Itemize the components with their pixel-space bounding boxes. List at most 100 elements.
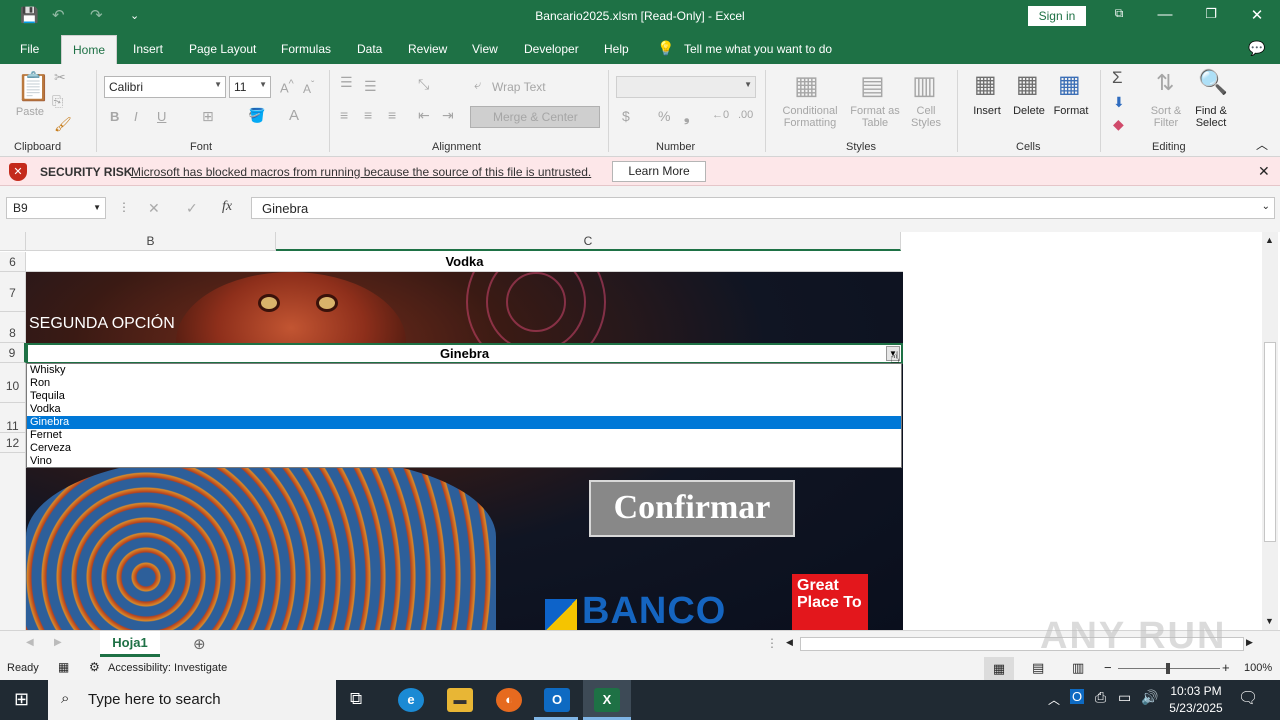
borders-icon[interactable]: ⊞: [202, 108, 214, 125]
close-icon[interactable]: ✕: [1258, 163, 1270, 180]
insert-function-icon[interactable]: fx: [222, 199, 232, 215]
wrap-text-button[interactable]: Wrap Text: [492, 80, 546, 94]
sign-in-button[interactable]: Sign in: [1028, 6, 1086, 26]
fill-icon[interactable]: ⬇: [1113, 94, 1125, 111]
chevron-down-icon[interactable]: ⌄: [1262, 201, 1270, 212]
orientation-icon[interactable]: ⤡: [418, 76, 429, 93]
sort-filter-icon[interactable]: ⇅: [1156, 70, 1174, 96]
column-header-c[interactable]: C: [276, 232, 901, 251]
delete-cells-button[interactable]: Delete: [1008, 105, 1050, 117]
tab-developer[interactable]: Developer: [524, 42, 579, 56]
normal-view-icon[interactable]: ▦: [984, 657, 1014, 680]
tray-outlook-icon[interactable]: O: [1070, 689, 1085, 704]
percent-icon[interactable]: %: [658, 108, 670, 124]
row-header-12[interactable]: 12: [0, 433, 26, 453]
enter-icon[interactable]: ✓: [186, 200, 198, 217]
worksheet-grid[interactable]: B C 6 7 8 9 10 11 12 Vodka SEGUNDA OPCIÓ…: [0, 232, 1280, 630]
sheet-tab-hoja1[interactable]: Hoja1: [100, 631, 160, 657]
splitter-icon[interactable]: ⋮: [766, 636, 778, 650]
dropdown-option-ginebra[interactable]: Ginebra: [27, 416, 901, 429]
decrease-font-icon[interactable]: Aˇ: [303, 80, 314, 96]
accessibility-icon[interactable]: ⚙: [89, 660, 100, 674]
validation-dropdown-list[interactable]: Whisky Ron Tequila Vodka Ginebra Fernet …: [26, 363, 902, 468]
select-all-corner[interactable]: [0, 232, 26, 251]
sort-filter-button[interactable]: Sort & Filter: [1146, 105, 1186, 129]
row-header-6[interactable]: 6: [0, 252, 26, 272]
tab-file[interactable]: File: [20, 42, 39, 56]
format-cells-button[interactable]: Format: [1049, 105, 1093, 117]
italic-icon[interactable]: I: [134, 109, 138, 124]
name-box[interactable]: B9 ▼: [6, 197, 106, 219]
align-top-icon[interactable]: ☰: [340, 74, 353, 91]
decrease-indent-icon[interactable]: ⇤: [418, 107, 430, 124]
wrap-text-icon[interactable]: ⤶: [474, 77, 481, 93]
fill-color-icon[interactable]: 🪣: [248, 107, 265, 124]
tray-device-icon[interactable]: ⎙: [1095, 689, 1106, 706]
volume-icon[interactable]: 🔊: [1141, 689, 1158, 706]
find-select-icon[interactable]: 🔍: [1198, 68, 1228, 97]
format-cells-icon[interactable]: ▦: [1058, 70, 1081, 99]
comments-icon[interactable]: 💬: [1248, 40, 1265, 57]
scroll-down-icon[interactable]: ▼: [1265, 616, 1274, 626]
page-break-view-icon[interactable]: ▥: [1072, 660, 1084, 676]
zoom-level[interactable]: 100%: [1244, 662, 1272, 674]
scroll-left-icon[interactable]: ◀: [786, 637, 793, 648]
tab-formulas[interactable]: Formulas: [281, 42, 331, 56]
ribbon-display-icon[interactable]: ⧉: [1104, 6, 1134, 21]
edge-icon[interactable]: e: [398, 688, 424, 712]
font-color-icon[interactable]: A: [289, 107, 299, 124]
taskbar-clock[interactable]: 10:03 PM 5/23/2025: [1166, 683, 1226, 717]
outlook-icon[interactable]: O: [544, 688, 570, 712]
tab-page-layout[interactable]: Page Layout: [189, 42, 256, 56]
increase-decimal-icon[interactable]: ←0: [712, 109, 729, 121]
font-name-select[interactable]: Calibri ▼: [104, 76, 226, 98]
row-header-11[interactable]: 11: [0, 403, 26, 433]
insert-cells-button[interactable]: Insert: [966, 105, 1008, 117]
conditional-formatting-icon[interactable]: ▦: [794, 70, 819, 101]
dropdown-option-tequila[interactable]: Tequila: [27, 390, 901, 403]
decrease-decimal-icon[interactable]: .00: [738, 109, 753, 121]
bold-icon[interactable]: B: [110, 109, 119, 124]
cell-styles-button[interactable]: Cell Styles: [904, 105, 948, 129]
zoom-in-icon[interactable]: +: [1222, 660, 1230, 675]
row-header-9[interactable]: 9: [0, 343, 26, 363]
zoom-out-icon[interactable]: −: [1104, 660, 1112, 675]
merge-center-button[interactable]: Merge & Center: [470, 106, 600, 128]
increase-font-icon[interactable]: A^: [280, 78, 294, 95]
restore-icon[interactable]: ❐: [1196, 6, 1226, 22]
windows-start-icon[interactable]: ⊞: [14, 689, 29, 710]
currency-icon[interactable]: $: [622, 108, 630, 124]
network-icon[interactable]: ▭: [1118, 689, 1131, 706]
tray-chevron-icon[interactable]: ︿: [1048, 691, 1060, 708]
delete-cells-icon[interactable]: ▦: [1016, 70, 1039, 99]
dropdown-option-vino[interactable]: Vino: [27, 455, 901, 468]
cell-styles-icon[interactable]: ▥: [912, 70, 937, 101]
zoom-slider-thumb[interactable]: [1166, 663, 1170, 674]
align-center-icon[interactable]: ≡: [364, 107, 372, 123]
tab-insert[interactable]: Insert: [133, 42, 163, 56]
collapse-ribbon-icon[interactable]: ︿: [1256, 136, 1268, 153]
find-select-button[interactable]: Find & Select: [1188, 105, 1234, 129]
underline-icon[interactable]: U: [157, 109, 166, 124]
page-layout-view-icon[interactable]: ▤: [1032, 660, 1044, 676]
accessibility-status[interactable]: Accessibility: Investigate: [108, 662, 227, 674]
comma-style-icon[interactable]: ❟: [684, 108, 690, 125]
cut-icon[interactable]: ✂: [54, 69, 66, 86]
format-painter-icon[interactable]: 🖌: [54, 116, 72, 133]
column-header-b[interactable]: B: [26, 232, 276, 251]
paste-icon[interactable]: 📋: [16, 70, 51, 103]
dropdown-option-fernet[interactable]: Fernet: [27, 429, 901, 442]
paste-button[interactable]: Paste: [14, 106, 46, 118]
close-icon[interactable]: ✕: [1242, 6, 1272, 24]
minimize-icon[interactable]: —: [1150, 6, 1180, 23]
security-message-link[interactable]: Microsoft has blocked macros from runnin…: [131, 165, 591, 179]
copy-icon[interactable]: ⎘: [52, 93, 63, 110]
cell-b9-selected[interactable]: Ginebra ▼: [26, 343, 903, 364]
taskbar-search-box[interactable]: ⌕ Type here to search: [48, 680, 336, 720]
tab-review[interactable]: Review: [408, 42, 447, 56]
increase-indent-icon[interactable]: ⇥: [442, 107, 454, 124]
align-middle-icon[interactable]: ☰: [364, 78, 377, 95]
cell-b6-vodka[interactable]: Vodka: [26, 252, 903, 272]
tab-help[interactable]: Help: [604, 42, 629, 56]
number-format-select[interactable]: ▼: [616, 76, 756, 98]
